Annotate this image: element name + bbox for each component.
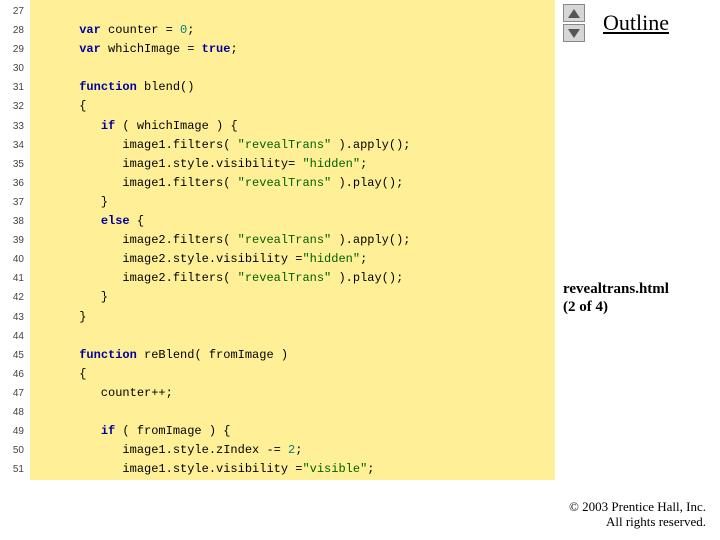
footer-line1: © 2003 Prentice Hall, Inc. (569, 499, 706, 515)
line-number: 34 (0, 136, 30, 155)
line-number: 46 (0, 365, 30, 384)
line-number: 45 (0, 346, 30, 365)
line-number: 31 (0, 78, 30, 97)
side-panel: Outline revealtrans.html (2 of 4) (555, 0, 720, 480)
line-number: 40 (0, 250, 30, 269)
code-line: } (36, 288, 555, 307)
code-line: image1.filters( "revealTrans" ).play(); (36, 174, 555, 193)
line-number: 50 (0, 441, 30, 460)
code-line: image1.style.visibility= "hidden"; (36, 155, 555, 174)
code-panel: 2728293031323334353637383940414243444546… (0, 0, 555, 480)
code-line: function blend() (36, 78, 555, 97)
caption-sub: (2 of 4) (563, 298, 669, 316)
code-line: counter++; (36, 384, 555, 403)
code-line: } (36, 193, 555, 212)
code-line: if ( fromImage ) { (36, 422, 555, 441)
line-number: 36 (0, 174, 30, 193)
code-line: var counter = 0; (36, 21, 555, 40)
line-number: 39 (0, 231, 30, 250)
next-slide-button[interactable] (563, 24, 585, 42)
code-content: var counter = 0; var whichImage = true; … (30, 0, 555, 480)
slide-caption: revealtrans.html (2 of 4) (563, 280, 669, 316)
line-number: 27 (0, 2, 30, 21)
code-line: function reBlend( fromImage ) (36, 346, 555, 365)
footer-line2: All rights reserved. (569, 514, 706, 530)
slide: 2728293031323334353637383940414243444546… (0, 0, 720, 480)
code-line: { (36, 365, 555, 384)
line-number: 49 (0, 422, 30, 441)
triangle-up-icon (568, 9, 580, 18)
code-line: image2.filters( "revealTrans" ).play(); (36, 269, 555, 288)
line-number: 47 (0, 384, 30, 403)
caption-title: revealtrans.html (563, 280, 669, 298)
line-number: 33 (0, 117, 30, 136)
code-line (36, 59, 555, 78)
line-number: 32 (0, 97, 30, 116)
line-number: 30 (0, 59, 30, 78)
line-number: 38 (0, 212, 30, 231)
line-number: 43 (0, 308, 30, 327)
code-line: { (36, 97, 555, 116)
line-number: 37 (0, 193, 30, 212)
line-number-gutter: 2728293031323334353637383940414243444546… (0, 0, 30, 480)
code-line (36, 2, 555, 21)
triangle-down-icon (568, 29, 580, 38)
code-line: if ( whichImage ) { (36, 117, 555, 136)
code-line (36, 403, 555, 422)
code-line (36, 327, 555, 346)
line-number: 41 (0, 269, 30, 288)
line-number: 44 (0, 327, 30, 346)
line-number: 48 (0, 403, 30, 422)
nav-buttons (563, 4, 585, 42)
line-number: 29 (0, 40, 30, 59)
line-number: 51 (0, 460, 30, 479)
outline-link[interactable]: Outline (603, 10, 669, 36)
code-line: var whichImage = true; (36, 40, 555, 59)
code-line: image1.filters( "revealTrans" ).apply(); (36, 136, 555, 155)
code-line: image2.filters( "revealTrans" ).apply(); (36, 231, 555, 250)
code-line: } (36, 308, 555, 327)
line-number: 35 (0, 155, 30, 174)
copyright-footer: © 2003 Prentice Hall, Inc. All rights re… (569, 499, 706, 530)
code-line: image1.style.visibility ="visible"; (36, 460, 555, 479)
code-line: image1.style.zIndex -= 2; (36, 441, 555, 460)
line-number: 42 (0, 288, 30, 307)
prev-slide-button[interactable] (563, 4, 585, 22)
line-number: 28 (0, 21, 30, 40)
code-line: image2.style.visibility ="hidden"; (36, 250, 555, 269)
code-line: else { (36, 212, 555, 231)
